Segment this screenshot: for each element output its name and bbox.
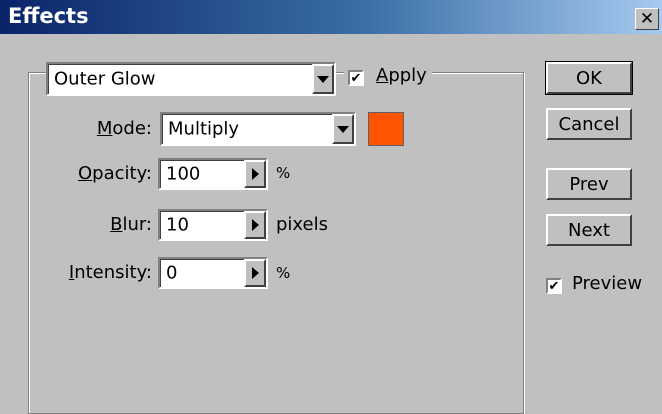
ok-button[interactable]: OK [546, 62, 632, 94]
effect-select-value: Outer Glow [54, 68, 156, 90]
checkmark-icon: ✔ [350, 70, 362, 86]
opacity-slider-button[interactable] [244, 160, 266, 188]
intensity-label: Intensity: [68, 262, 152, 283]
window-title: Effects [8, 4, 89, 28]
chevron-down-icon [337, 125, 349, 133]
cancel-button[interactable]: Cancel [546, 108, 632, 140]
apply-checkbox[interactable]: ✔ [348, 70, 364, 86]
intensity-slider-button[interactable] [244, 259, 266, 287]
title-bar[interactable]: Effects ✕ [0, 0, 662, 34]
glow-color-swatch[interactable] [368, 112, 404, 146]
mode-select-value: Multiply [168, 118, 240, 140]
checkmark-icon: ✔ [548, 278, 560, 294]
close-button[interactable]: ✕ [635, 8, 659, 30]
close-icon: ✕ [639, 8, 655, 29]
opacity-input[interactable]: 100 [158, 158, 268, 190]
mode-dropdown-button[interactable] [332, 114, 354, 144]
blur-input[interactable]: 10 [158, 209, 268, 241]
effect-select[interactable]: Outer Glow [46, 62, 336, 96]
blur-value: 10 [166, 214, 189, 236]
blur-slider-button[interactable] [244, 211, 266, 239]
arrow-right-icon [251, 219, 259, 231]
arrow-right-icon [251, 267, 259, 279]
chevron-down-icon [317, 75, 329, 83]
effect-dropdown-button[interactable] [312, 64, 334, 94]
arrow-right-icon [251, 168, 259, 180]
opacity-value: 100 [166, 163, 201, 185]
next-button[interactable]: Next [546, 214, 632, 246]
opacity-label: Opacity: [78, 163, 152, 184]
intensity-value: 0 [166, 262, 178, 284]
intensity-unit: % [276, 264, 291, 282]
intensity-input[interactable]: 0 [158, 257, 268, 289]
effects-dialog: Effects ✕ Outer Glow ✔ Apply Mode: Multi… [0, 0, 662, 414]
mode-select[interactable]: Multiply [160, 112, 356, 146]
preview-checkbox[interactable]: ✔ [546, 278, 562, 294]
opacity-unit: % [276, 164, 291, 182]
preview-label[interactable]: Preview [572, 273, 642, 294]
apply-label[interactable]: Apply [376, 65, 427, 86]
blur-label: Blur: [110, 214, 152, 235]
blur-unit: pixels [276, 214, 328, 235]
prev-button[interactable]: Prev [546, 168, 632, 200]
mode-label: Mode: [96, 118, 152, 139]
